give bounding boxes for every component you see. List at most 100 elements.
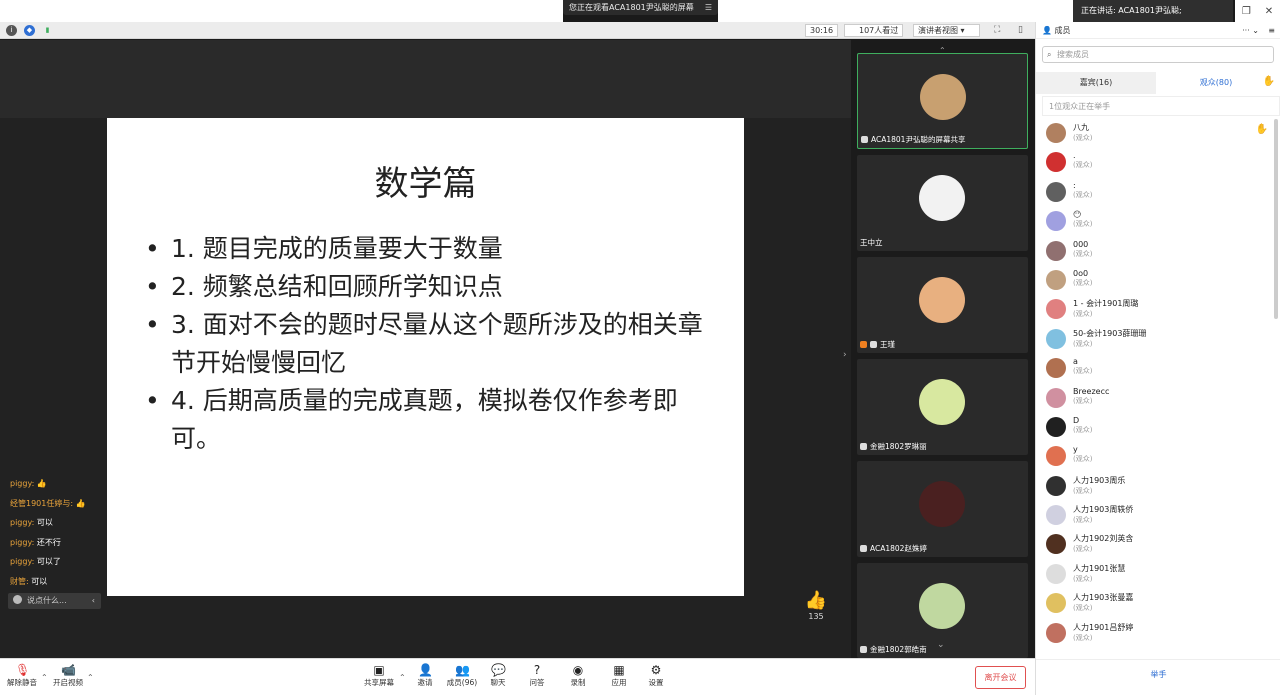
qa-label: 问答 [529,678,545,687]
video-tile[interactable]: ACA1801尹弘聪的屏幕共享 [857,53,1028,149]
chat-placeholder: 说点什么... [27,596,67,605]
view-options-icon[interactable]: ☰ [705,0,712,15]
speaker-text: 正在讲话: ACA1801尹弘聪; [1081,6,1182,15]
list-item[interactable]: 八九 (观众) ✋ [1036,119,1274,148]
panel-menu-icon[interactable]: ≡ [1268,22,1275,39]
list-item[interactable]: 000 (观众) [1036,237,1274,266]
list-item[interactable]: Breezecc (观众) [1036,384,1274,413]
chevron-up-icon[interactable]: ⌃ [87,673,94,682]
video-tile[interactable]: 王中立 [857,155,1028,251]
shield-icon[interactable]: ◆ [24,25,35,36]
list-item[interactable]: 1 - 会计1901周璐 (观众) [1036,295,1274,324]
fullscreen-icon[interactable]: ⛶ [994,25,1000,35]
mic-muted-icon [860,443,867,450]
chat-text: 可以 [36,518,53,527]
apps-button[interactable]: ▦ 应用 [606,663,632,688]
member-name: 人力1903周乐 [1073,475,1126,485]
viewing-banner[interactable]: 您正在观看ACA1801尹弘聪的屏幕 ☰ [563,0,718,15]
video-tile[interactable]: ACA1802赵姝婷 [857,461,1028,557]
list-item[interactable]: 人力1901吕舒婷 (观众) [1036,619,1274,648]
participant-avatar [919,277,965,323]
like-button[interactable]: 👍 135 [803,590,829,621]
list-item[interactable]: a (观众) [1036,354,1274,383]
member-role: (观众) [1073,604,1093,613]
tab-audience[interactable]: 观众(80) [1156,72,1276,94]
member-role: (观众) [1073,396,1093,405]
avatar [1046,593,1066,614]
member-role: (观众) [1073,574,1093,583]
emoji-icon[interactable] [13,595,22,604]
record-button[interactable]: ◉ 录制 [565,663,591,688]
chevron-up-icon[interactable]: ⌃ [41,673,48,682]
scroll-down-icon[interactable]: ⌄ [937,640,945,650]
start-video-button[interactable]: 📹 开启视频 [51,663,85,688]
close-icon[interactable]: ✕ [1265,6,1273,17]
chat-message: piggy: 👍 [10,474,105,494]
participant-name-text: ACA1801尹弘聪的屏幕共享 [871,135,966,144]
list-item[interactable]: 人力1902刘英含 (观众) [1036,530,1274,559]
invite-button[interactable]: 👤 邀请 [412,663,438,688]
avatar [1046,563,1066,584]
qa-button[interactable]: ? 问答 [524,663,550,688]
raised-hand-icon[interactable]: ✋ [1256,124,1268,135]
like-count: 135 [808,612,824,621]
member-role: (观众) [1073,278,1093,287]
member-role: (观众) [1073,161,1093,170]
participant-name-text: ACA1802赵姝婷 [870,544,927,553]
participant-name-text: 金融1802罗琳丽 [870,442,927,451]
list-item[interactable]: D (观众) [1036,413,1274,442]
member-name: : [1073,180,1076,190]
chevron-up-icon[interactable]: ⌃ [399,673,406,682]
chat-text: 还不行 [36,537,61,547]
mic-muted-icon [870,341,877,348]
video-tile[interactable]: 王瑾 [857,257,1028,353]
shared-slide: 数学篇 1. 题目完成的质量要大于数量 2. 频繁总结和回顾所学知识点 3. 面… [107,118,744,596]
list-item[interactable]: 0o0 (观众) [1036,266,1274,295]
list-item[interactable]: 人力1901张慧 (观众) [1036,560,1274,589]
viewers-count[interactable]: 107人看过 [844,24,904,37]
video-tile[interactable]: 金融1802罗琳丽 [857,359,1028,455]
member-list-scrollbar[interactable] [1274,119,1278,319]
more-options-icon[interactable]: ··· ⌄ [1242,22,1259,39]
member-search-input[interactable]: ⌕ 搜索成员 [1042,46,1274,63]
chat-button[interactable]: 💬 聊天 [485,663,511,688]
gear-icon: ⚙ [650,663,662,677]
collapse-chat-icon[interactable]: ‹ [92,593,95,609]
view-mode-select[interactable]: 演讲者视图 ▾ [913,24,980,37]
list-item[interactable]: y (观众) [1036,442,1274,471]
list-item[interactable]: : (观众) [1036,178,1274,207]
member-name: 人力1902刘英含 [1073,534,1134,544]
list-item[interactable]: . (观众) [1036,148,1274,177]
collapse-gallery-icon[interactable]: › [843,350,847,360]
hand-raise-banner[interactable]: 1位观众正在举手 [1042,96,1280,116]
tab-hosts[interactable]: 嘉宾(16) [1036,72,1156,94]
member-role: (观众) [1073,339,1093,348]
info-icon[interactable]: i [6,25,17,36]
member-name: 50-会计1903薛珊珊 [1073,328,1147,338]
settings-button[interactable]: ⚙ 设置 [643,663,669,688]
list-item[interactable]: 人力1903周乐 (观众) [1036,472,1274,501]
leave-meeting-button[interactable]: 离开会议 [975,666,1026,689]
raise-hand-button[interactable]: 举手 [1036,659,1280,689]
share-screen-button[interactable]: ▣ 共享屏幕 [362,663,396,688]
qa-icon: ? [533,663,541,677]
restore-icon[interactable]: ❐ [1242,6,1251,17]
chat-input[interactable]: 说点什么... ‹ [8,593,101,609]
avatar [1046,446,1066,467]
sidebar-toggle-icon[interactable]: ▯ [1018,25,1023,35]
list-item[interactable]: 人力1903周轶侨 (观众) [1036,501,1274,530]
list-item[interactable]: 😶 (观众) [1036,207,1274,236]
list-item[interactable]: 50-会计1903薛珊珊 (观众) [1036,325,1274,354]
list-item[interactable]: 人力1903张曼嘉 (观众) [1036,589,1274,618]
members-button[interactable]: 👥 成员(96) [445,663,479,688]
avatar [1046,328,1066,349]
mute-button[interactable]: 🎙 解除静音 [6,663,38,688]
mic-off-icon: 🎙 [15,663,31,677]
member-name: D [1073,415,1080,425]
chat-message: piggy: 还不行 [10,533,105,553]
chat-sender: 财管: [10,576,29,586]
signal-icon[interactable]: ▮ [42,25,53,36]
member-role: (观众) [1073,190,1093,199]
viewing-banner-text: 您正在观看ACA1801尹弘聪的屏幕 [569,3,694,12]
chat-text: 👍 [75,498,86,508]
